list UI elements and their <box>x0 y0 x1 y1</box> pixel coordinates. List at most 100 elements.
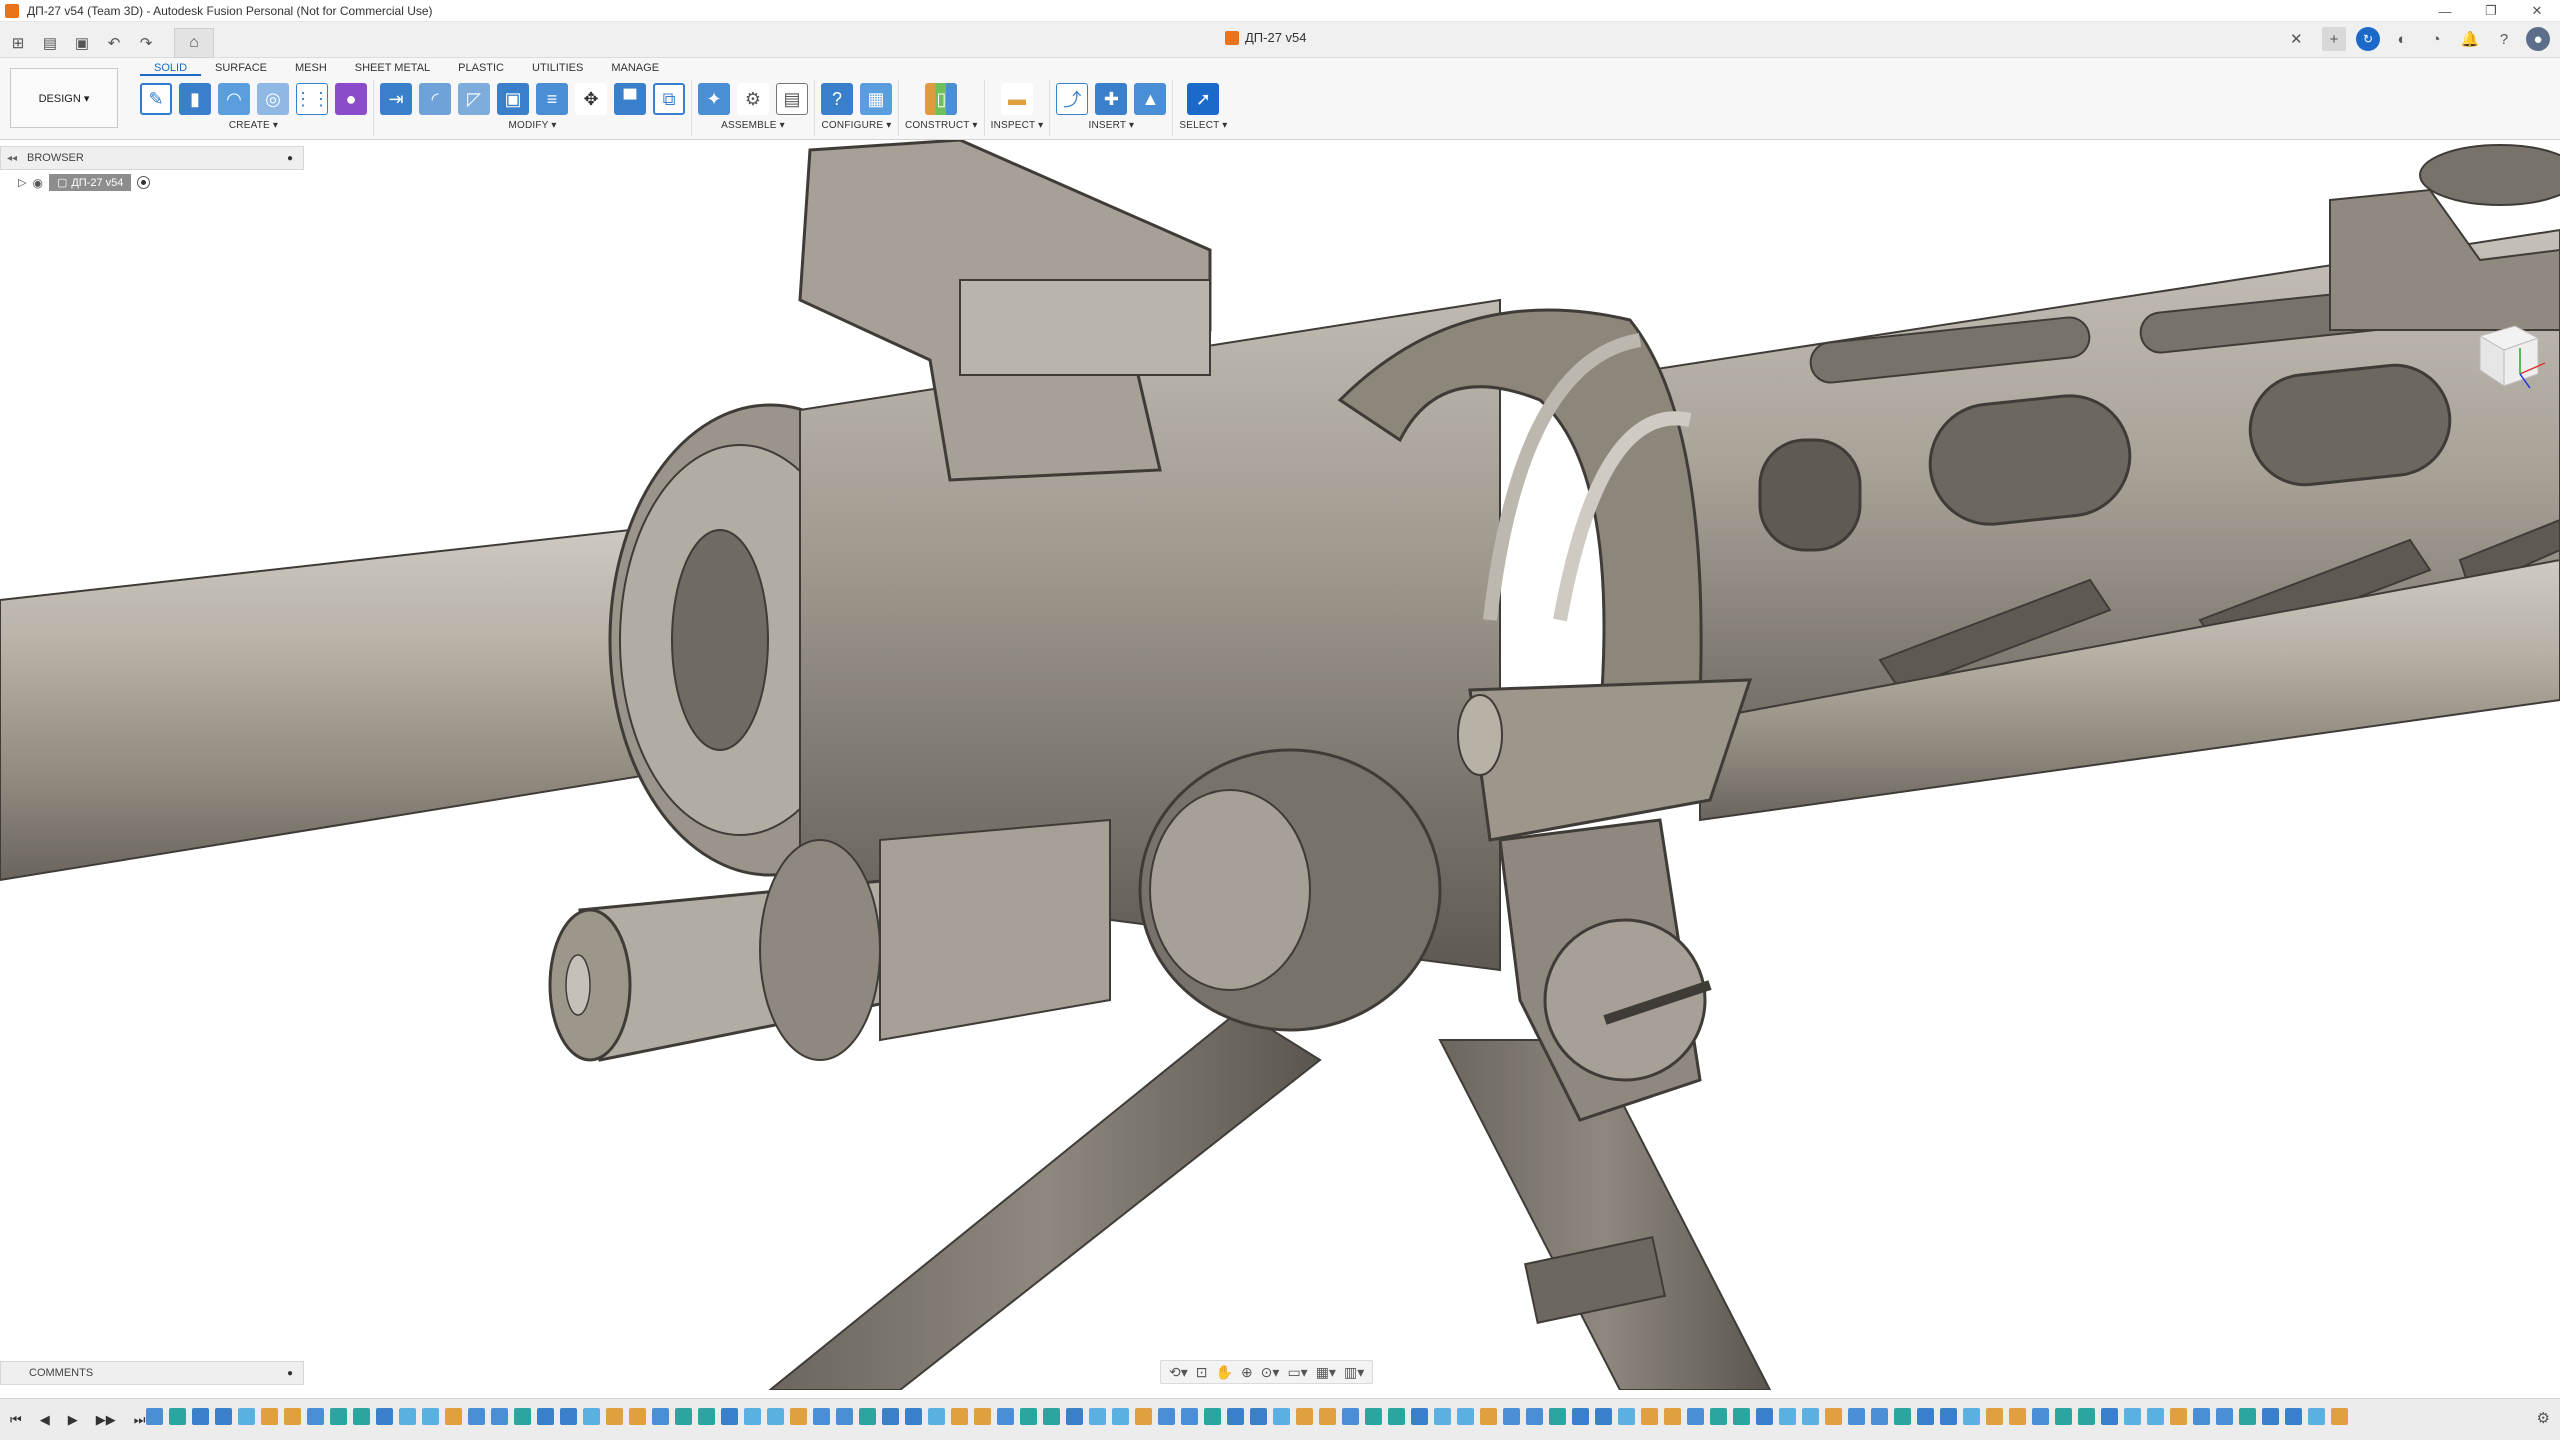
timeline-feature-icon[interactable] <box>491 1408 508 1425</box>
timeline-feature-icon[interactable] <box>2239 1408 2256 1425</box>
timeline-feature-icon[interactable] <box>376 1408 393 1425</box>
timeline-feature-icon[interactable] <box>583 1408 600 1425</box>
timeline-feature-icon[interactable] <box>1066 1408 1083 1425</box>
fit-icon[interactable]: ⊙▾ <box>1261 1364 1280 1381</box>
display-settings-icon[interactable]: ▭▾ <box>1287 1364 1307 1381</box>
timeline-feature-icon[interactable] <box>951 1408 968 1425</box>
timeline-feature-icon[interactable] <box>2032 1408 2049 1425</box>
file-menu-icon[interactable]: ▤ <box>38 31 62 55</box>
timeline-feature-icon[interactable] <box>2078 1408 2095 1425</box>
timeline-feature-icon[interactable] <box>2193 1408 2210 1425</box>
timeline-feature-icon[interactable] <box>2124 1408 2141 1425</box>
timeline-feature-icon[interactable] <box>1273 1408 1290 1425</box>
timeline-feature-icon[interactable] <box>1043 1408 1060 1425</box>
online-icon[interactable]: ◔ <box>2424 27 2448 51</box>
timeline-feature-icon[interactable] <box>537 1408 554 1425</box>
pan-icon[interactable]: ✋ <box>1216 1364 1233 1381</box>
timeline-feature-icon[interactable] <box>652 1408 669 1425</box>
job-status-icon[interactable]: ◐ <box>2390 27 2414 51</box>
redo-icon[interactable]: ↷ <box>134 31 158 55</box>
combine-icon[interactable]: ≡ <box>536 83 568 115</box>
tab-surface[interactable]: SURFACE <box>201 60 281 76</box>
viewcube[interactable] <box>2460 308 2550 398</box>
timeline-feature-icon[interactable] <box>1227 1408 1244 1425</box>
timeline-feature-icon[interactable] <box>445 1408 462 1425</box>
timeline-feature-icon[interactable] <box>422 1408 439 1425</box>
timeline-feature-icon[interactable] <box>1296 1408 1313 1425</box>
move-icon[interactable]: ✥ <box>575 83 607 115</box>
table-icon[interactable]: ▤ <box>776 83 808 115</box>
timeline-feature-icon[interactable] <box>1802 1408 1819 1425</box>
timeline-feature-icon[interactable] <box>1319 1408 1336 1425</box>
timeline-feature-icon[interactable] <box>882 1408 899 1425</box>
revolve-icon[interactable]: ◠ <box>218 83 250 115</box>
tab-mesh[interactable]: MESH <box>281 60 341 76</box>
plane-icon[interactable]: ▯ <box>925 83 958 115</box>
timeline-feature-icon[interactable] <box>1917 1408 1934 1425</box>
timeline-feature-icon[interactable] <box>468 1408 485 1425</box>
minimize-button[interactable]: — <box>2422 0 2468 22</box>
visibility-eye-icon[interactable]: ◉ <box>32 176 42 190</box>
timeline-feature-icon[interactable] <box>307 1408 324 1425</box>
close-window-button[interactable]: ✕ <box>2514 0 2560 22</box>
timeline-feature-icon[interactable] <box>514 1408 531 1425</box>
help-icon[interactable]: ? <box>2492 27 2516 51</box>
timeline-feature-icon[interactable] <box>721 1408 738 1425</box>
timeline-feature-icon[interactable] <box>1365 1408 1382 1425</box>
3d-viewport[interactable] <box>0 140 2560 1390</box>
timeline-feature-icon[interactable] <box>2101 1408 2118 1425</box>
timeline-feature-icon[interactable] <box>1020 1408 1037 1425</box>
timeline-feature-icon[interactable] <box>330 1408 347 1425</box>
app-grid-icon[interactable]: ⊞ <box>6 31 30 55</box>
modify-label[interactable]: MODIFY ▾ <box>508 120 556 131</box>
timeline-feature-icon[interactable] <box>767 1408 784 1425</box>
decal-icon[interactable]: ▲ <box>1134 83 1167 115</box>
timeline-feature-icon[interactable] <box>1595 1408 1612 1425</box>
timeline-feature-icon[interactable] <box>284 1408 301 1425</box>
undo-icon[interactable]: ↶ <box>102 31 126 55</box>
timeline-feature-icon[interactable] <box>1572 1408 1589 1425</box>
timeline-feature-icon[interactable] <box>1089 1408 1106 1425</box>
timeline-feature-icon[interactable] <box>1664 1408 1681 1425</box>
timeline-feature-icon[interactable] <box>261 1408 278 1425</box>
select-label[interactable]: SELECT ▾ <box>1179 120 1227 131</box>
measure-icon[interactable]: ▬ <box>1000 83 1033 115</box>
tab-manage[interactable]: MANAGE <box>597 60 673 76</box>
timeline-feature-icon[interactable] <box>1871 1408 1888 1425</box>
orbit-icon[interactable]: ⟲▾ <box>1169 1364 1188 1381</box>
timeline-feature-icon[interactable] <box>1135 1408 1152 1425</box>
activate-radio-icon[interactable] <box>137 176 151 189</box>
timeline-feature-icon[interactable] <box>1894 1408 1911 1425</box>
timeline-feature-icon[interactable] <box>1733 1408 1750 1425</box>
step-back-icon[interactable]: ◀ <box>40 1412 50 1428</box>
select-icon[interactable]: ➚ <box>1187 83 1220 115</box>
tab-utilities[interactable]: UTILITIES <box>518 60 597 76</box>
construct-label[interactable]: CONSTRUCT ▾ <box>905 120 978 131</box>
timeline-feature-icon[interactable] <box>1204 1408 1221 1425</box>
timeline-feature-icon[interactable] <box>1641 1408 1658 1425</box>
timeline-feature-icon[interactable] <box>813 1408 830 1425</box>
timeline-feature-icon[interactable] <box>238 1408 255 1425</box>
create-label[interactable]: CREATE ▾ <box>229 120 278 131</box>
inspect-label[interactable]: INSPECT ▾ <box>991 120 1044 131</box>
form-icon[interactable]: ● <box>335 83 367 115</box>
timeline-feature-icon[interactable] <box>2331 1408 2348 1425</box>
tab-solid[interactable]: SOLID <box>140 60 202 76</box>
timeline-feature-icon[interactable] <box>1112 1408 1129 1425</box>
timeline-feature-icon[interactable] <box>1457 1408 1474 1425</box>
timeline-feature-icon[interactable] <box>1549 1408 1566 1425</box>
tab-plastic[interactable]: PLASTIC <box>444 60 518 76</box>
save-icon[interactable]: ▣ <box>70 31 94 55</box>
parameters-icon[interactable]: ▦ <box>860 83 892 115</box>
timeline-feature-icon[interactable] <box>2147 1408 2164 1425</box>
timeline-feature-icon[interactable] <box>836 1408 853 1425</box>
chamfer-icon[interactable]: ◸ <box>458 83 490 115</box>
timeline-feature-icon[interactable] <box>2009 1408 2026 1425</box>
timeline-feature-icon[interactable] <box>1388 1408 1405 1425</box>
root-component-node[interactable]: ▢ ДП-27 v54 <box>48 174 132 191</box>
close-document-icon[interactable]: ✕ <box>2290 30 2303 48</box>
timeline-feature-icon[interactable] <box>2055 1408 2072 1425</box>
timeline-feature-icon[interactable] <box>974 1408 991 1425</box>
timeline-feature-icon[interactable] <box>1158 1408 1175 1425</box>
workspace-switcher[interactable]: DESIGN ▾ <box>10 68 118 128</box>
